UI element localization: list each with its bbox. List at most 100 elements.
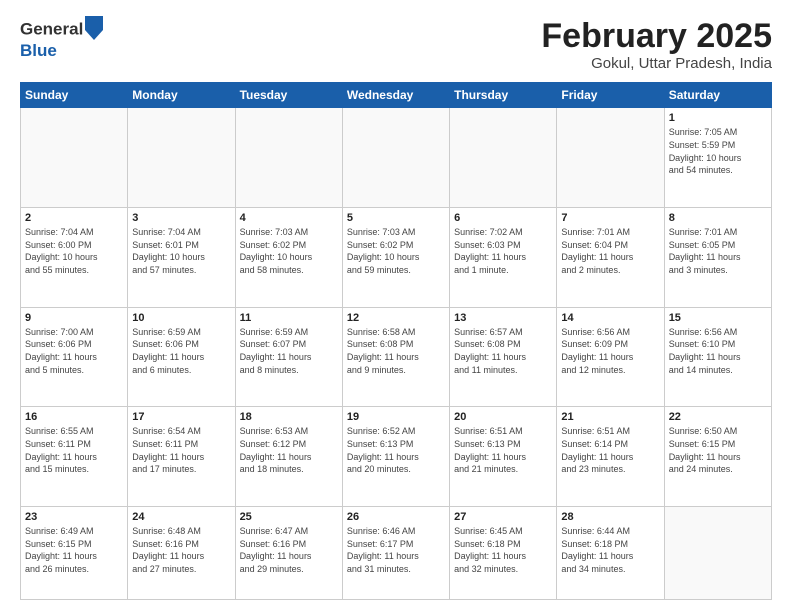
day-info: Sunrise: 6:52 AM Sunset: 6:13 PM Dayligh… (347, 425, 445, 475)
day-info: Sunrise: 7:03 AM Sunset: 6:02 PM Dayligh… (240, 226, 338, 276)
day-number: 28 (561, 511, 659, 523)
calendar-cell (21, 108, 128, 208)
day-info: Sunrise: 6:49 AM Sunset: 6:15 PM Dayligh… (25, 525, 123, 575)
day-number: 9 (25, 312, 123, 324)
day-info: Sunrise: 6:50 AM Sunset: 6:15 PM Dayligh… (669, 425, 767, 475)
day-number: 19 (347, 411, 445, 423)
logo-text: General Blue (20, 18, 103, 61)
calendar-week-5: 23 Sunrise: 6:49 AM Sunset: 6:15 PM Dayli… (21, 507, 772, 600)
day-number: 17 (132, 411, 230, 423)
day-header-wednesday: Wednesday (342, 83, 449, 108)
calendar-cell: 24Sunrise: 6:48 AM Sunset: 6:16 PM Dayli… (128, 507, 235, 600)
day-info: Sunrise: 6:59 AM Sunset: 6:06 PM Dayligh… (132, 326, 230, 376)
day-info: Sunrise: 6:59 AM Sunset: 6:07 PM Dayligh… (240, 326, 338, 376)
calendar-cell: 16 Sunrise: 6:55 AM Sunset: 6:11 PM Dayli… (21, 407, 128, 507)
calendar-week-2: 2 Sunrise: 7:04 AM Sunset: 6:00 PM Daylig… (21, 208, 772, 308)
day-number: 22 (669, 411, 767, 423)
day-info: Sunrise: 7:05 AM Sunset: 5:59 PM Dayligh… (669, 126, 767, 176)
calendar-cell: 12Sunrise: 6:58 AM Sunset: 6:08 PM Dayli… (342, 307, 449, 407)
day-number: 3 (132, 212, 230, 224)
header: General Blue February 2025 Gokul, Uttar … (20, 18, 772, 72)
day-number: 7 (561, 212, 659, 224)
calendar-cell: 9 Sunrise: 7:00 AM Sunset: 6:06 PM Daylig… (21, 307, 128, 407)
day-info: Sunrise: 6:51 AM Sunset: 6:13 PM Dayligh… (454, 425, 552, 475)
calendar-header-row: SundayMondayTuesdayWednesdayThursdayFrid… (21, 83, 772, 108)
calendar-week-1: 1 Sunrise: 7:05 AM Sunset: 5:59 PM Daylig… (21, 108, 772, 208)
calendar-cell: 3 Sunrise: 7:04 AM Sunset: 6:01 PM Daylig… (128, 208, 235, 308)
calendar-cell: 17 Sunrise: 6:54 AM Sunset: 6:11 PM Dayli… (128, 407, 235, 507)
calendar-cell: 19 Sunrise: 6:52 AM Sunset: 6:13 PM Dayli… (342, 407, 449, 507)
day-number: 16 (25, 411, 123, 423)
day-number: 4 (240, 212, 338, 224)
calendar-cell: 18 Sunrise: 6:53 AM Sunset: 6:12 PM Dayli… (235, 407, 342, 507)
day-info: Sunrise: 7:00 AM Sunset: 6:06 PM Dayligh… (25, 326, 123, 376)
logo: General Blue (20, 18, 103, 61)
calendar-cell (235, 108, 342, 208)
calendar-cell: 28 Sunrise: 6:44 AM Sunset: 6:18 PM Dayli… (557, 507, 664, 600)
calendar-cell: 7Sunrise: 7:01 AM Sunset: 6:04 PM Daylig… (557, 208, 664, 308)
calendar-cell: 8 Sunrise: 7:01 AM Sunset: 6:05 PM Daylig… (664, 208, 771, 308)
calendar-cell: 26Sunrise: 6:46 AM Sunset: 6:17 PM Dayli… (342, 507, 449, 600)
calendar-cell (128, 108, 235, 208)
day-header-monday: Monday (128, 83, 235, 108)
day-header-tuesday: Tuesday (235, 83, 342, 108)
day-info: Sunrise: 6:46 AM Sunset: 6:17 PM Dayligh… (347, 525, 445, 575)
day-number: 13 (454, 312, 552, 324)
page: General Blue February 2025 Gokul, Uttar … (0, 0, 792, 612)
day-number: 27 (454, 511, 552, 523)
calendar-cell: 15 Sunrise: 6:56 AM Sunset: 6:10 PM Dayli… (664, 307, 771, 407)
calendar-week-3: 9 Sunrise: 7:00 AM Sunset: 6:06 PM Daylig… (21, 307, 772, 407)
day-info: Sunrise: 6:57 AM Sunset: 6:08 PM Dayligh… (454, 326, 552, 376)
day-header-thursday: Thursday (450, 83, 557, 108)
day-info: Sunrise: 6:53 AM Sunset: 6:12 PM Dayligh… (240, 425, 338, 475)
calendar-cell (557, 108, 664, 208)
day-number: 25 (240, 511, 338, 523)
day-info: Sunrise: 6:51 AM Sunset: 6:14 PM Dayligh… (561, 425, 659, 475)
day-header-friday: Friday (557, 83, 664, 108)
calendar-cell: 2 Sunrise: 7:04 AM Sunset: 6:00 PM Daylig… (21, 208, 128, 308)
day-number: 21 (561, 411, 659, 423)
calendar-week-4: 16 Sunrise: 6:55 AM Sunset: 6:11 PM Dayli… (21, 407, 772, 507)
day-info: Sunrise: 6:45 AM Sunset: 6:18 PM Dayligh… (454, 525, 552, 575)
calendar-cell: 23 Sunrise: 6:49 AM Sunset: 6:15 PM Dayli… (21, 507, 128, 600)
day-number: 1 (669, 112, 767, 124)
day-number: 6 (454, 212, 552, 224)
day-info: Sunrise: 6:58 AM Sunset: 6:08 PM Dayligh… (347, 326, 445, 376)
day-info: Sunrise: 7:01 AM Sunset: 6:05 PM Dayligh… (669, 226, 767, 276)
calendar-cell (342, 108, 449, 208)
day-number: 23 (25, 511, 123, 523)
day-number: 15 (669, 312, 767, 324)
day-number: 20 (454, 411, 552, 423)
day-info: Sunrise: 6:55 AM Sunset: 6:11 PM Dayligh… (25, 425, 123, 475)
calendar-title: February 2025 (541, 18, 772, 55)
calendar-cell: 13 Sunrise: 6:57 AM Sunset: 6:08 PM Dayli… (450, 307, 557, 407)
day-info: Sunrise: 7:04 AM Sunset: 6:01 PM Dayligh… (132, 226, 230, 276)
calendar-cell: 1 Sunrise: 7:05 AM Sunset: 5:59 PM Daylig… (664, 108, 771, 208)
day-header-saturday: Saturday (664, 83, 771, 108)
calendar-cell: 25 Sunrise: 6:47 AM Sunset: 6:16 PM Dayli… (235, 507, 342, 600)
calendar-cell (664, 507, 771, 600)
day-info: Sunrise: 6:44 AM Sunset: 6:18 PM Dayligh… (561, 525, 659, 575)
day-info: Sunrise: 7:04 AM Sunset: 6:00 PM Dayligh… (25, 226, 123, 276)
day-info: Sunrise: 7:03 AM Sunset: 6:02 PM Dayligh… (347, 226, 445, 276)
day-info: Sunrise: 6:47 AM Sunset: 6:16 PM Dayligh… (240, 525, 338, 575)
calendar-cell: 27 Sunrise: 6:45 AM Sunset: 6:18 PM Dayli… (450, 507, 557, 600)
calendar-cell: 5Sunrise: 7:03 AM Sunset: 6:02 PM Daylig… (342, 208, 449, 308)
calendar-cell: 22 Sunrise: 6:50 AM Sunset: 6:15 PM Dayli… (664, 407, 771, 507)
day-info: Sunrise: 6:48 AM Sunset: 6:16 PM Dayligh… (132, 525, 230, 575)
day-number: 18 (240, 411, 338, 423)
calendar-cell: 10Sunrise: 6:59 AM Sunset: 6:06 PM Dayli… (128, 307, 235, 407)
calendar-cell: 14Sunrise: 6:56 AM Sunset: 6:09 PM Dayli… (557, 307, 664, 407)
calendar-cell: 21 Sunrise: 6:51 AM Sunset: 6:14 PM Dayli… (557, 407, 664, 507)
day-info: Sunrise: 6:56 AM Sunset: 6:10 PM Dayligh… (669, 326, 767, 376)
day-info: Sunrise: 7:02 AM Sunset: 6:03 PM Dayligh… (454, 226, 552, 276)
calendar-subtitle: Gokul, Uttar Pradesh, India (541, 55, 772, 72)
calendar-cell: 20 Sunrise: 6:51 AM Sunset: 6:13 PM Dayli… (450, 407, 557, 507)
title-block: February 2025 Gokul, Uttar Pradesh, Indi… (541, 18, 772, 72)
day-info: Sunrise: 6:54 AM Sunset: 6:11 PM Dayligh… (132, 425, 230, 475)
day-number: 11 (240, 312, 338, 324)
day-number: 8 (669, 212, 767, 224)
day-number: 14 (561, 312, 659, 324)
day-number: 2 (25, 212, 123, 224)
calendar-cell: 6 Sunrise: 7:02 AM Sunset: 6:03 PM Daylig… (450, 208, 557, 308)
